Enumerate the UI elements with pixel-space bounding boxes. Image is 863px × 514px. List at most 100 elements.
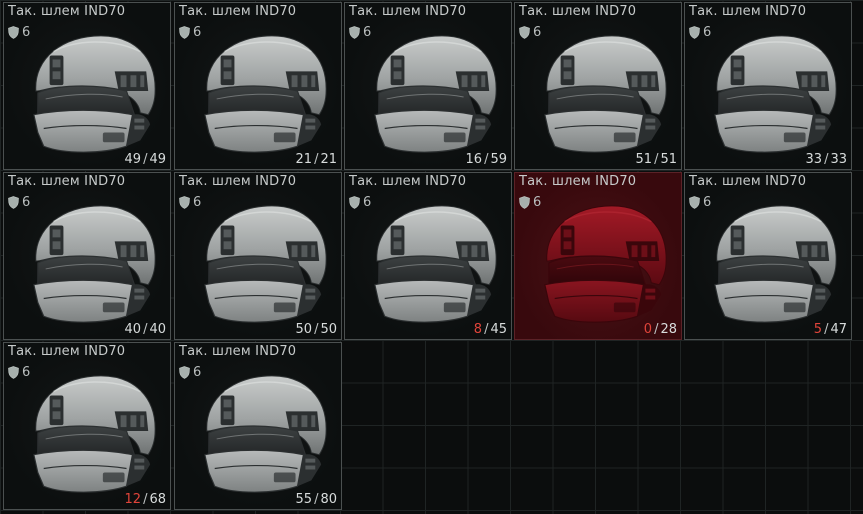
helmet-icon [195,199,333,329]
inventory-item-slot[interactable]: Так. шлем IND70 6 8/45 [344,172,512,340]
helmet-icon [535,29,673,159]
armor-class-value: 6 [533,194,542,210]
armor-class-indicator: 6 [8,24,30,40]
armor-class-value: 6 [22,194,31,210]
durability-max: 28 [660,322,677,337]
item-name: Так. шлем IND70 [179,344,297,359]
durability-readout: 33/33 [805,152,847,167]
shield-icon [689,25,700,39]
armor-class-indicator: 6 [8,364,30,380]
durability-max: 49 [149,152,166,167]
durability-readout: 8/45 [473,322,507,337]
armor-class-indicator: 6 [8,194,30,210]
shield-icon [179,365,190,379]
shield-icon [179,25,190,39]
armor-class-indicator: 6 [349,24,371,40]
item-name: Так. шлем IND70 [689,174,807,189]
helmet-icon [705,199,843,329]
item-name: Так. шлем IND70 [8,344,126,359]
armor-class-value: 6 [193,194,202,210]
durability-max: 45 [490,322,507,337]
inventory-item-slot[interactable]: Так. шлем IND70 6 49/49 [3,2,171,170]
helmet-icon [195,369,333,499]
shield-icon [689,195,700,209]
armor-class-value: 6 [193,24,202,40]
item-name: Так. шлем IND70 [689,4,807,19]
durability-readout: 50/50 [295,322,337,337]
armor-class-indicator: 6 [179,194,201,210]
durability-max: 59 [490,152,507,167]
armor-class-indicator: 6 [689,194,711,210]
durability-current: 40 [124,322,142,337]
durability-readout: 21/21 [295,152,337,167]
armor-class-indicator: 6 [519,194,541,210]
durability-max: 80 [320,492,337,507]
durability-current: 0 [643,322,653,337]
shield-icon [349,195,360,209]
durability-current: 12 [124,492,142,507]
item-name: Так. шлем IND70 [349,4,467,19]
durability-current: 49 [124,152,142,167]
inventory-item-slot[interactable]: Так. шлем IND70 6 21/21 [174,2,342,170]
durability-readout: 40/40 [124,322,166,337]
durability-current: 33 [805,152,823,167]
durability-max: 50 [320,322,337,337]
inventory-item-slot[interactable]: Так. шлем IND70 6 12/68 [3,342,171,510]
durability-readout: 0/28 [643,322,677,337]
inventory-item-slot[interactable]: Так. шлем IND70 6 51/51 [514,2,682,170]
durability-max: 51 [660,152,677,167]
helmet-icon [24,369,162,499]
armor-class-indicator: 6 [179,364,201,380]
durability-current: 21 [295,152,313,167]
inventory-item-slot[interactable]: Так. шлем IND70 6 0/28 [514,172,682,340]
armor-class-indicator: 6 [519,24,541,40]
armor-class-indicator: 6 [349,194,371,210]
armor-class-value: 6 [22,364,31,380]
durability-current: 50 [295,322,313,337]
item-name: Так. шлем IND70 [179,4,297,19]
inventory-item-slot[interactable]: Так. шлем IND70 6 16/59 [344,2,512,170]
durability-max: 40 [149,322,166,337]
armor-class-indicator: 6 [179,24,201,40]
inventory-item-slot[interactable]: Так. шлем IND70 6 33/33 [684,2,852,170]
armor-class-value: 6 [703,194,712,210]
item-name: Так. шлем IND70 [519,4,637,19]
durability-readout: 12/68 [124,492,166,507]
inventory-item-slot[interactable]: Так. шлем IND70 6 55/80 [174,342,342,510]
durability-current: 8 [473,322,483,337]
durability-max: 21 [320,152,337,167]
helmet-icon [365,199,503,329]
durability-readout: 49/49 [124,152,166,167]
armor-class-value: 6 [363,24,372,40]
armor-class-value: 6 [193,364,202,380]
durability-current: 16 [465,152,483,167]
helmet-icon [195,29,333,159]
inventory-item-slot[interactable]: Так. шлем IND70 6 50/50 [174,172,342,340]
durability-current: 5 [813,322,823,337]
durability-current: 51 [635,152,653,167]
item-name: Так. шлем IND70 [519,174,637,189]
durability-readout: 5/47 [813,322,847,337]
inventory-item-slot[interactable]: Так. шлем IND70 6 5/47 [684,172,852,340]
shield-icon [519,195,530,209]
armor-class-indicator: 6 [689,24,711,40]
armor-class-value: 6 [703,24,712,40]
durability-readout: 55/80 [295,492,337,507]
helmet-icon [24,199,162,329]
item-name: Так. шлем IND70 [8,4,126,19]
armor-class-value: 6 [533,24,542,40]
helmet-icon [535,199,673,329]
shield-icon [519,25,530,39]
inventory-item-slot[interactable]: Так. шлем IND70 6 40/40 [3,172,171,340]
shield-icon [8,365,19,379]
item-name: Так. шлем IND70 [8,174,126,189]
durability-max: 47 [830,322,847,337]
helmet-icon [24,29,162,159]
armor-class-value: 6 [22,24,31,40]
item-name: Так. шлем IND70 [349,174,467,189]
durability-readout: 51/51 [635,152,677,167]
shield-icon [179,195,190,209]
durability-current: 55 [295,492,313,507]
helmet-icon [705,29,843,159]
durability-max: 68 [149,492,166,507]
